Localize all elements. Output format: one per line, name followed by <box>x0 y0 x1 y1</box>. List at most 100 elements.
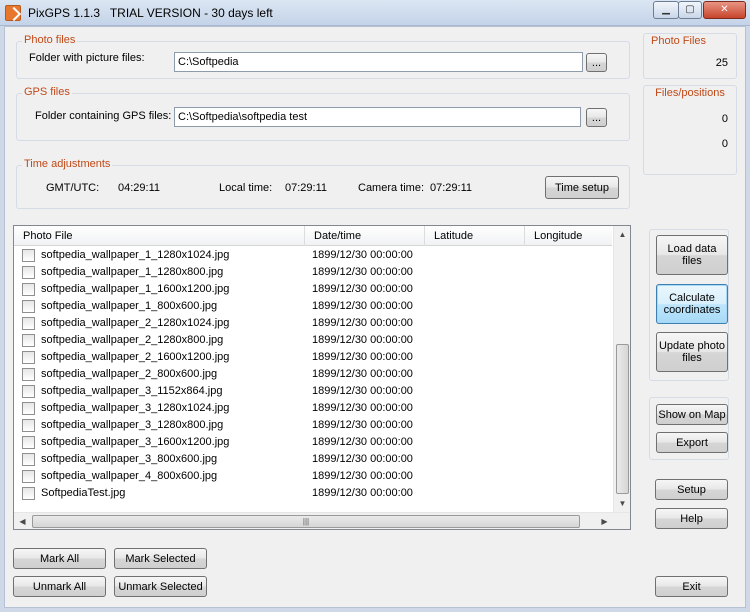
row-checkbox[interactable] <box>22 436 35 449</box>
photo-files-count-box: Photo Files 25 <box>643 33 737 79</box>
column-latitude[interactable]: Latitude <box>425 226 525 246</box>
row-checkbox[interactable] <box>22 334 35 347</box>
table-row[interactable]: softpedia_wallpaper_3_1280x800.jpg 1899/1… <box>14 417 612 434</box>
row-checkbox[interactable] <box>22 300 35 313</box>
cell-latitude <box>434 298 524 315</box>
cell-photo-file: softpedia_wallpaper_2_1280x1024.jpg <box>41 317 230 329</box>
cell-date-time: 1899/12/30 00:00:00 <box>312 487 413 499</box>
close-button[interactable]: ✕ <box>703 1 746 19</box>
cell-date-time: 1899/12/30 00:00:00 <box>312 419 413 431</box>
camera-time-value: 07:29:11 <box>430 182 473 194</box>
photo-folder-browse-button[interactable]: ... <box>586 53 607 72</box>
unmark-all-button[interactable]: Unmark All <box>13 576 106 597</box>
row-checkbox[interactable] <box>22 419 35 432</box>
table-row[interactable]: softpedia_wallpaper_2_1280x800.jpg 1899/1… <box>14 332 612 349</box>
scroll-right-icon[interactable]: ▶ <box>596 513 613 529</box>
row-checkbox[interactable] <box>22 402 35 415</box>
cell-longitude <box>534 281 610 298</box>
cell-date-time: 1899/12/30 00:00:00 <box>312 266 413 278</box>
update-photo-files-button[interactable]: Update photo files <box>656 332 728 372</box>
row-checkbox[interactable] <box>22 266 35 279</box>
row-checkbox[interactable] <box>22 249 35 262</box>
cell-date-time: 1899/12/30 00:00:00 <box>312 436 413 448</box>
row-checkbox[interactable] <box>22 317 35 330</box>
cell-latitude <box>434 400 524 417</box>
cell-latitude <box>434 468 524 485</box>
table-row[interactable]: softpedia_wallpaper_1_1280x1024.jpg 1899/… <box>14 247 612 264</box>
cell-latitude <box>434 247 524 264</box>
table-row[interactable]: softpedia_wallpaper_3_1280x1024.jpg 1899/… <box>14 400 612 417</box>
scroll-down-icon[interactable]: ▼ <box>614 495 630 512</box>
table-row[interactable]: softpedia_wallpaper_3_1152x864.jpg 1899/1… <box>14 383 612 400</box>
horizontal-scrollbar[interactable]: ◀ ||| ▶ <box>14 512 630 529</box>
cell-longitude <box>534 366 610 383</box>
setup-button[interactable]: Setup <box>655 479 728 500</box>
title-bar[interactable]: PixGPS 1.1.3 TRIAL VERSION - 30 days lef… <box>0 0 750 26</box>
unmark-selected-button[interactable]: Unmark Selected <box>114 576 207 597</box>
vertical-scroll-thumb[interactable] <box>616 344 629 494</box>
gps-folder-label: Folder containing GPS files: <box>35 110 172 122</box>
table-row[interactable]: softpedia_wallpaper_1_1600x1200.jpg 1899/… <box>14 281 612 298</box>
table-row[interactable]: SoftpediaTest.jpg 1899/12/30 00:00:00 <box>14 485 612 502</box>
maximize-button[interactable]: ▢ <box>678 1 702 19</box>
vertical-scrollbar[interactable]: ▲ ▼ <box>613 226 630 512</box>
table-row[interactable]: softpedia_wallpaper_2_800x600.jpg 1899/12… <box>14 366 612 383</box>
help-button[interactable]: Help <box>655 508 728 529</box>
cell-photo-file: softpedia_wallpaper_4_800x600.jpg <box>41 470 218 482</box>
cell-photo-file: softpedia_wallpaper_3_800x600.jpg <box>41 453 218 465</box>
row-checkbox[interactable] <box>22 453 35 466</box>
table-row[interactable]: softpedia_wallpaper_3_800x600.jpg 1899/12… <box>14 451 612 468</box>
gps-files-group-title: GPS files <box>22 86 72 98</box>
photo-files-group: Photo files Folder with picture files: .… <box>16 34 630 79</box>
row-checkbox[interactable] <box>22 368 35 381</box>
column-photo-file[interactable]: Photo File <box>14 226 305 246</box>
export-button[interactable]: Export <box>656 432 728 453</box>
time-setup-button[interactable]: Time setup <box>545 176 619 199</box>
cell-date-time: 1899/12/30 00:00:00 <box>312 283 413 295</box>
photo-files-count-title: Photo Files <box>651 35 707 47</box>
cell-latitude <box>434 383 524 400</box>
cell-latitude <box>434 332 524 349</box>
show-on-map-button[interactable]: Show on Map <box>656 404 728 425</box>
table-row[interactable]: softpedia_wallpaper_1_1280x800.jpg 1899/1… <box>14 264 612 281</box>
column-date-time[interactable]: Date/time <box>305 226 425 246</box>
gps-files-group: GPS files Folder containing GPS files: .… <box>16 86 630 141</box>
scroll-up-icon[interactable]: ▲ <box>614 226 630 243</box>
cell-longitude <box>534 400 610 417</box>
table-row[interactable]: softpedia_wallpaper_2_1280x1024.jpg 1899/… <box>14 315 612 332</box>
list-header: Photo File Date/time Latitude Longitude <box>14 226 612 246</box>
cell-date-time: 1899/12/30 00:00:00 <box>312 453 413 465</box>
table-row[interactable]: softpedia_wallpaper_1_800x600.jpg 1899/12… <box>14 298 612 315</box>
row-checkbox[interactable] <box>22 351 35 364</box>
scroll-left-icon[interactable]: ◀ <box>14 513 31 529</box>
minimize-button[interactable]: ▁ <box>653 1 679 19</box>
row-checkbox[interactable] <box>22 487 35 500</box>
app-icon[interactable] <box>5 5 21 21</box>
column-longitude[interactable]: Longitude <box>525 226 612 246</box>
horizontal-scroll-thumb[interactable]: ||| <box>32 515 580 528</box>
row-checkbox[interactable] <box>22 470 35 483</box>
cell-longitude <box>534 247 610 264</box>
photo-files-count: 25 <box>715 57 728 69</box>
row-checkbox[interactable] <box>22 385 35 398</box>
photo-file-list[interactable]: Photo File Date/time Latitude Longitude … <box>13 225 631 530</box>
cell-longitude <box>534 383 610 400</box>
calculate-coordinates-button[interactable]: Calculate coordinates <box>656 284 728 324</box>
cell-latitude <box>434 451 524 468</box>
table-row[interactable]: softpedia_wallpaper_2_1600x1200.jpg 1899/… <box>14 349 612 366</box>
exit-button[interactable]: Exit <box>655 576 728 597</box>
cell-latitude <box>434 485 524 502</box>
gmt-value: 04:29:11 <box>118 182 161 194</box>
row-checkbox[interactable] <box>22 283 35 296</box>
gps-folder-browse-button[interactable]: ... <box>586 108 607 127</box>
cell-longitude <box>534 298 610 315</box>
mark-all-button[interactable]: Mark All <box>13 548 106 569</box>
table-row[interactable]: softpedia_wallpaper_4_800x600.jpg 1899/12… <box>14 468 612 485</box>
photo-folder-input[interactable] <box>174 52 583 72</box>
gps-folder-input[interactable] <box>174 107 581 127</box>
mark-selected-button[interactable]: Mark Selected <box>114 548 207 569</box>
load-data-files-button[interactable]: Load data files <box>656 235 728 275</box>
table-row[interactable]: softpedia_wallpaper_3_1600x1200.jpg 1899/… <box>14 434 612 451</box>
map-export-buttons-group: Show on Map Export <box>649 397 729 460</box>
app-window: PixGPS 1.1.3 TRIAL VERSION - 30 days lef… <box>0 0 750 612</box>
